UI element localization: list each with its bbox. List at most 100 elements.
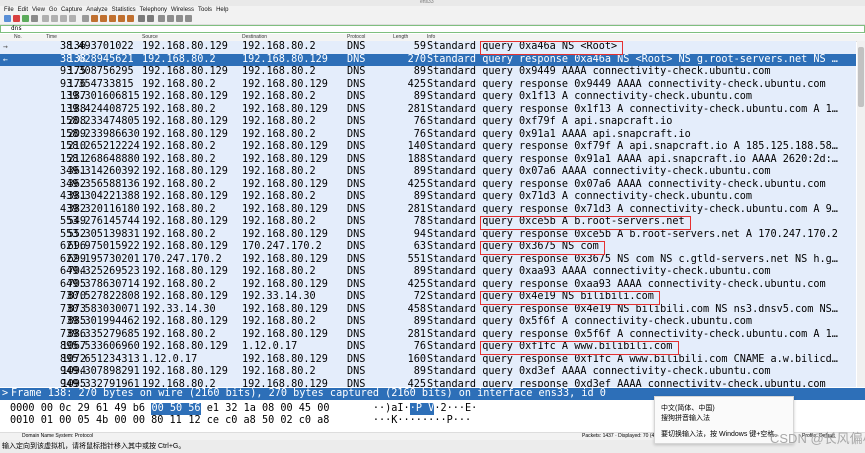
column-time[interactable]: Time [46,34,57,41]
table-row[interactable]: 704 649.325269523 192.168.80.129 192.168.80… [0,266,856,279]
column-info[interactable]: Info [427,34,435,41]
table-row[interactable]: 549 553.276145744 192.168.80.129 192.168.80… [0,216,856,229]
main-toolbar [0,14,865,25]
table-row[interactable]: 138 38.628945621 192.168.80.2 192.168.80.12… [0,53,856,66]
go-forward-icon[interactable] [100,15,107,22]
packet-destination: 192.168.80.129 [242,78,328,90]
packet-destination: 192.168.80.2 [242,66,316,77]
table-row[interactable]: 136 38.493701022 192.168.80.129 192.168.80.… [0,41,856,54]
go-back-icon[interactable] [91,15,98,22]
save-file-icon[interactable] [51,15,58,22]
autoscroll-icon[interactable] [138,15,145,22]
resize-columns-icon[interactable] [185,15,192,22]
packet-source: 192.168.80.129 [142,266,228,277]
column-protocol[interactable]: Protocol [347,34,365,41]
packet-protocol: DNS [347,341,366,352]
hex-bytes: 12 ce c0 a8 50 02 c0 a8 [188,415,330,426]
table-row[interactable]: 1072 895.651234313 1.12.0.17 192.168.80.129… [0,353,856,366]
menu-analyze[interactable]: Analyze [86,6,107,14]
column-no[interactable]: No. [14,34,22,41]
packet-protocol: DNS [347,78,366,90]
scrollbar-thumb[interactable] [858,47,864,107]
packet-time: 895.651234313 [60,353,140,365]
zoom-in-icon[interactable] [158,15,165,22]
menu-statistics[interactable]: Statistics [112,6,136,14]
window-title: ens33 [420,0,434,5]
menu-capture[interactable]: Capture [61,6,82,14]
packet-destination: 192.168.80.129 [242,203,328,215]
packet-destination: 192.168.80.129 [242,328,328,340]
reload-icon[interactable] [69,15,76,22]
packet-info: Standard query 0x91a1 AAAA api.snapcraft… [427,128,691,140]
menu-edit[interactable]: Edit [18,6,28,14]
column-destination[interactable]: Destination [242,34,267,41]
packet-protocol: DNS [347,353,366,365]
close-file-icon[interactable] [60,15,67,22]
packet-protocol: DNS [347,41,366,52]
packet-time: 439.320116180 [60,203,140,215]
table-row[interactable]: 552 553.305139831 192.168.80.2 192.168.80.1… [0,228,856,241]
packet-info: Standard query 0x71d3 A connectivity-che… [427,191,753,202]
table-row[interactable]: 699 622.195730201 170.247.170.2 192.168.80.… [0,253,856,266]
table-row[interactable]: 382 439.320116180 192.168.80.2 192.168.80.1… [0,203,856,216]
capture-options-icon[interactable] [31,15,38,22]
table-row[interactable]: 208 158.233474805 192.168.80.129 192.168.80… [0,116,856,129]
packet-list-scrollbar[interactable] [857,41,865,387]
table-row[interactable]: 885 739.301994462 192.168.80.129 192.168.80… [0,316,856,329]
table-row[interactable]: 211 158.268648880 192.168.80.2 192.168.80.1… [0,153,856,166]
packet-length: 76 [413,128,426,140]
table-row[interactable]: 1067 895.533606960 192.168.80.129 1.12.0.17… [0,341,856,354]
table-row[interactable]: 1095 949.332791961 192.168.80.2 192.168.80.… [0,378,856,387]
table-row[interactable]: 705 649.378630714 192.168.80.2 192.168.80.1… [0,278,856,291]
menu-go[interactable]: Go [49,6,57,14]
table-row[interactable]: 209 158.233986630 192.168.80.129 192.168.80… [0,128,856,141]
packet-source: 192.168.80.2 [142,228,216,240]
zoom-normal-icon[interactable] [176,15,183,22]
colorize-icon[interactable] [147,15,154,22]
packet-source: 192.168.80.129 [142,91,228,102]
table-row[interactable]: 1094 949.307898291 192.168.80.129 192.168.8… [0,366,856,379]
packet-time: 38.628945621 [60,53,134,65]
table-row[interactable]: 362 349.356588136 192.168.80.2 192.168.80.1… [0,178,856,191]
menu-view[interactable]: View [32,6,45,14]
table-row[interactable]: 873 730.583030071 192.33.14.30 192.168.80.1… [0,303,856,316]
table-row[interactable]: 187 139.301606815 192.168.80.129 192.168.80… [0,91,856,104]
last-packet-icon[interactable] [127,15,134,22]
table-row[interactable]: 870 730.527822808 192.168.80.129 192.33.14.… [0,291,856,304]
table-row[interactable]: 176 93.354733815 192.168.80.2 192.168.80.12… [0,78,856,91]
display-filter-bar[interactable]: dns [0,25,865,33]
hex-ascii: ··)aI· [372,403,410,414]
stop-capture-icon[interactable] [13,15,20,22]
table-row[interactable]: 696 621.975015922 192.168.80.129 170.247.17… [0,241,856,254]
frame-summary[interactable]: Frame 138: 270 bytes on wire (2160 bits)… [11,388,606,400]
menu-wireless[interactable]: Wireless [171,6,194,14]
menu-help[interactable]: Help [216,6,228,14]
menu-file[interactable]: File [4,6,14,14]
zoom-out-icon[interactable] [167,15,174,22]
find-packet-icon[interactable] [82,15,89,22]
packet-protocol: DNS [347,303,366,315]
table-row[interactable]: 886 739.335279685 192.168.80.2 192.168.80.1… [0,328,856,341]
table-row[interactable]: 175 93.308756295 192.168.80.129 192.168.80.… [0,66,856,79]
first-packet-icon[interactable] [118,15,125,22]
go-to-packet-icon[interactable] [109,15,116,22]
expand-arrow-icon[interactable]: > [2,388,8,400]
packet-protocol: DNS [347,253,366,265]
display-filter-input[interactable]: dns [11,25,22,32]
table-row[interactable]: 188 139.424408725 192.168.80.2 192.168.80.1… [0,103,856,116]
table-row[interactable]: 381 439.304221388 192.168.80.129 192.168.80… [0,191,856,204]
menu-telephony[interactable]: Telephony [140,6,167,14]
packet-protocol: DNS [347,166,366,177]
packet-protocol: DNS [347,216,366,227]
table-row[interactable]: 361 349.314260392 192.168.80.129 192.168.80… [0,166,856,179]
restart-capture-icon[interactable] [22,15,29,22]
table-row[interactable]: 210 158.265212224 192.168.80.2 192.168.80.1… [0,141,856,154]
packet-protocol: DNS [347,241,366,252]
column-source[interactable]: Source [142,34,158,41]
shark-fin-start-icon[interactable] [4,15,11,22]
packet-source: 192.168.80.129 [142,128,228,140]
column-length[interactable]: Length [393,34,408,41]
menu-tools[interactable]: Tools [198,6,212,14]
packet-source: 1.12.0.17 [142,353,198,365]
open-file-icon[interactable] [42,15,49,22]
